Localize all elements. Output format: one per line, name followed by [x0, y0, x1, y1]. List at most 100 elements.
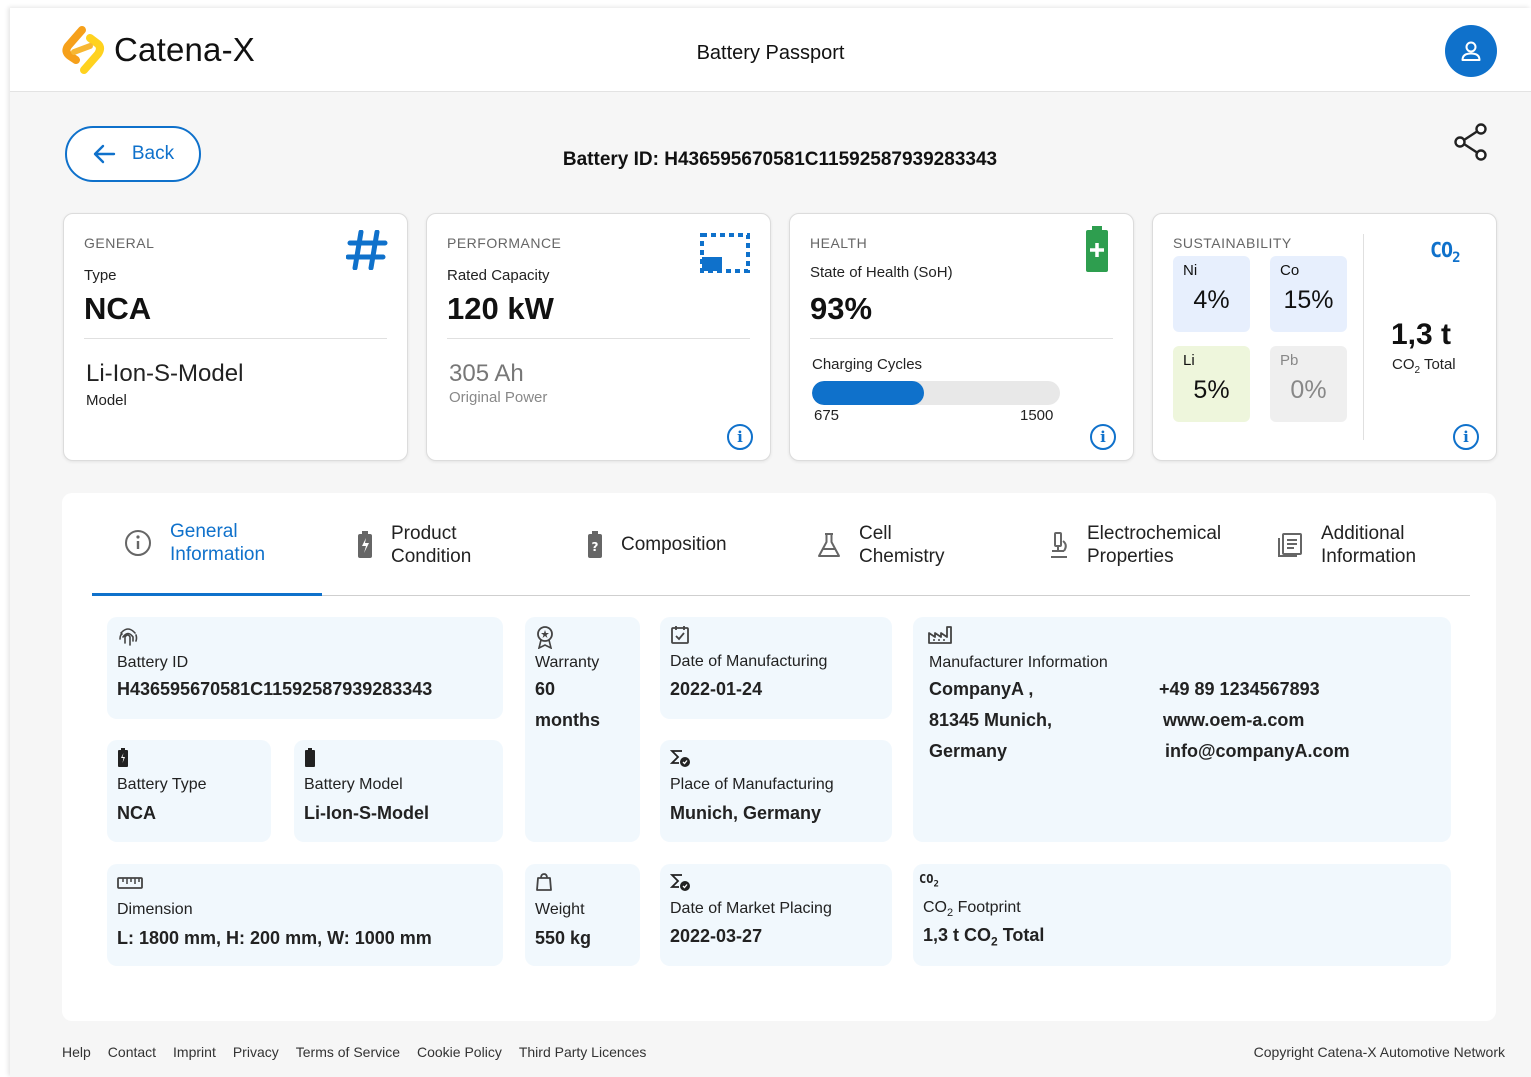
tile-value-pre: 1,3 t CO — [923, 925, 992, 945]
tab-additional-information[interactable]: Additional Information — [1277, 493, 1477, 596]
tile-value: 2022-01-24 — [670, 679, 763, 699]
co2-total-value: 1,3 t — [1391, 318, 1452, 351]
co2-badge-sub: 2 — [933, 879, 939, 890]
ruler-icon — [117, 877, 143, 889]
tab-label: Electrochemical Properties — [1087, 522, 1221, 568]
share-button[interactable] — [1453, 123, 1489, 161]
sustainability-card: SUSTAINABILITY Ni 4% Co 15% Li 5% Pb 0% … — [1152, 213, 1497, 461]
card-category: HEALTH — [810, 235, 868, 251]
model-label: Model — [86, 392, 127, 409]
material-symbol: Li — [1183, 352, 1195, 369]
tile-label: Battery Model — [304, 776, 403, 793]
tile-label: Weight — [535, 901, 585, 918]
tile-value: H436595670581C11592587939283343 — [117, 679, 433, 699]
tab-electrochemical-properties[interactable]: Electrochemical Properties — [1047, 493, 1257, 596]
hash-icon — [346, 230, 388, 270]
battery-type-tile: Battery Type NCA — [107, 740, 271, 842]
tab-cell-chemistry[interactable]: Cell Chemistry — [817, 493, 1017, 596]
tile-value: 2022-03-27 — [670, 926, 763, 946]
tile-value: NCA — [117, 803, 156, 823]
tile-label-post: Footprint — [953, 899, 1021, 916]
weight-icon — [536, 873, 552, 891]
card-divider — [84, 338, 387, 339]
co2-badge-sub: 2 — [1452, 250, 1461, 266]
tab-product-condition[interactable]: Product Condition — [357, 493, 557, 596]
card-divider — [447, 338, 750, 339]
battery-id-heading: Battery ID: H436595670581C11592587939283… — [10, 149, 1531, 171]
co2-total-label: CO2 Total — [1392, 356, 1456, 376]
info-icon[interactable]: i — [1090, 424, 1116, 450]
info-icon — [125, 530, 151, 556]
svg-text:?: ? — [592, 540, 599, 554]
material-nickel: Ni 4% — [1173, 256, 1250, 332]
manufacturer-address-line3: Germany — [929, 741, 1008, 761]
tab-label-line2: Information — [1321, 545, 1417, 567]
general-card: GENERAL Type NCA Li-Ion-S-Model Model — [63, 213, 408, 461]
share-icon — [1454, 123, 1487, 161]
place-of-manufacturing-tile: Place of Manufacturing Munich, Germany — [660, 740, 892, 842]
app-window: Catena-X Battery Passport Back Battery I… — [10, 8, 1531, 1077]
copyright: Copyright Catena-X Automotive Network — [1253, 1044, 1505, 1060]
material-symbol: Co — [1280, 262, 1300, 279]
award-icon — [537, 626, 553, 649]
material-cobalt: Co 15% — [1270, 256, 1347, 332]
material-symbol: Ni — [1183, 262, 1198, 279]
footer-link-imprint[interactable]: Imprint — [173, 1044, 216, 1060]
tile-label: Place of Manufacturing — [670, 776, 834, 793]
footer-link-terms[interactable]: Terms of Service — [296, 1044, 400, 1060]
user-avatar-button[interactable] — [1445, 25, 1497, 77]
tile-value: Li-Ion-S-Model — [304, 803, 429, 823]
footer-link-privacy[interactable]: Privacy — [233, 1044, 279, 1060]
tile-value: Munich, Germany — [670, 803, 822, 823]
co2-badge-text: CO — [1430, 238, 1453, 262]
footer-link-cookie-policy[interactable]: Cookie Policy — [417, 1044, 502, 1060]
original-power-value: 305 Ah — [449, 360, 524, 387]
tab-bar: General Information Product Condition ? … — [92, 493, 1470, 596]
health-card: HEALTH State of Health (SoH) 93% Chargin… — [789, 213, 1134, 461]
soh-label: State of Health (SoH) — [810, 264, 953, 281]
info-icon[interactable]: i — [727, 424, 753, 450]
card-divider — [810, 338, 1113, 339]
tab-label: Product Condition — [391, 522, 471, 568]
manufacturer-website[interactable]: www.oem-a.com — [1163, 710, 1304, 731]
battery-charge-icon — [358, 530, 372, 558]
tab-label: Composition — [621, 534, 727, 555]
material-value: 15% — [1283, 286, 1334, 314]
weight-tile: Weight 550 kg — [525, 864, 640, 966]
tile-value: L: 1800 mm, H: 200 mm, W: 1000 mm — [117, 928, 432, 948]
charging-cycles-progress — [812, 381, 1060, 405]
manufacturer-phone[interactable]: +49 89 1234567893 — [1159, 679, 1320, 700]
tile-label: Battery Type — [117, 776, 207, 793]
charging-cycles-max: 1500 — [1020, 407, 1054, 424]
tile-value-sub: 2 — [991, 934, 998, 949]
tab-label: General Information — [170, 520, 265, 566]
footer-link-help[interactable]: Help — [62, 1044, 91, 1060]
tile-label: Dimension — [117, 901, 193, 918]
battery-id-heading-label: Battery ID: — [562, 149, 659, 170]
battery-model-tile: Battery Model Li-Ion-S-Model — [294, 740, 503, 842]
tile-label: Date of Market Placing — [670, 900, 832, 917]
calendar-check-icon — [671, 626, 689, 644]
info-icon[interactable]: i — [1453, 424, 1479, 450]
details-panel: General Information Product Condition ? … — [62, 493, 1496, 1021]
performance-card: PERFORMANCE Rated Capacity 120 kW 305 Ah… — [426, 213, 771, 461]
battery-icon — [118, 748, 128, 767]
type-label: Type — [84, 267, 117, 284]
charging-cycles-progress-fill — [812, 381, 924, 405]
footer-link-contact[interactable]: Contact — [108, 1044, 156, 1060]
rated-capacity-value: 120 kW — [447, 291, 554, 326]
original-power-label: Original Power — [449, 389, 548, 406]
location-sigma-icon — [670, 750, 690, 767]
tab-label-line1: General — [170, 521, 238, 542]
card-vertical-divider — [1363, 234, 1364, 440]
tab-general-information[interactable]: General Information — [92, 493, 322, 596]
factory-icon — [928, 626, 952, 644]
manufacturer-email[interactable]: info@companyA.com — [1165, 741, 1350, 762]
charging-cycles-label: Charging Cycles — [812, 356, 923, 373]
date-of-manufacturing-tile: Date of Manufacturing 2022-01-24 — [660, 617, 892, 719]
market-sigma-icon — [670, 874, 690, 891]
tab-composition[interactable]: ? Composition — [587, 493, 787, 596]
footer-link-third-party-licences[interactable]: Third Party Licences — [519, 1044, 647, 1060]
manufacturer-address-line2: 81345 Munich, — [929, 710, 1053, 730]
tab-label-line1: Product — [391, 522, 457, 544]
